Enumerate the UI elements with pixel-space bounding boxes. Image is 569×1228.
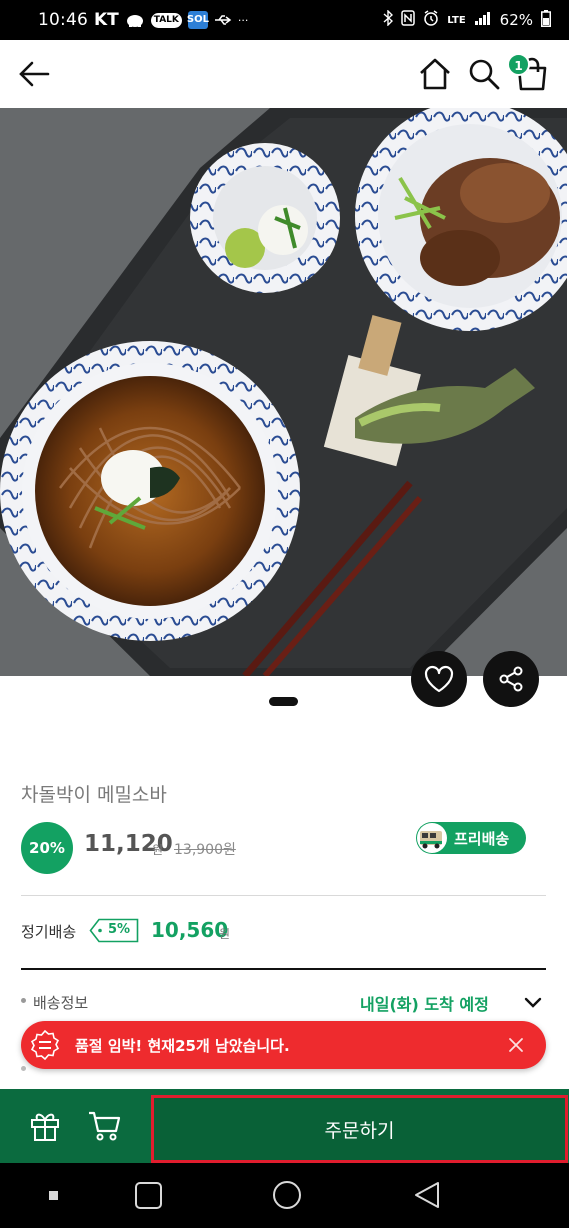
subscription-discount: 5% <box>108 922 131 937</box>
system-nav-bar <box>0 1163 569 1228</box>
usb-icon <box>214 14 232 26</box>
truck-icon <box>417 823 447 853</box>
alarm-icon <box>423 10 439 30</box>
image-pager-indicator <box>269 697 298 706</box>
product-name: 차돌박이 메밀소바 <box>21 784 167 806</box>
subscription-label: 정기배송 <box>21 923 77 941</box>
status-bar: 10:46 KT TALK SOL ··· LTE 62% <box>0 0 569 40</box>
kakaotalk-icon: TALK <box>150 12 182 28</box>
recent-apps-icon[interactable] <box>135 1182 162 1209</box>
nfc-icon <box>401 10 416 30</box>
subscription-price: 10,560 <box>151 918 229 942</box>
battery-icon <box>541 9 551 31</box>
back-button-icon[interactable] <box>415 1182 439 1208</box>
home-button-icon[interactable] <box>273 1181 301 1209</box>
search-icon[interactable] <box>466 56 502 92</box>
free-shipping-label: 프리배송 <box>454 829 510 848</box>
sol-app-icon: SOL <box>187 11 209 29</box>
share-icon <box>499 666 523 692</box>
cart-icon[interactable] <box>87 1109 121 1143</box>
currency-unit: 원 <box>219 927 231 941</box>
more-notifications-icon: ··· <box>237 13 249 27</box>
bullet <box>21 1066 26 1071</box>
toast-message: 품절 임박! 현재25개 남았습니다. <box>75 1036 290 1055</box>
cart-count-badge: 1 <box>507 53 530 76</box>
status-carrier: KT <box>94 10 119 30</box>
bullet <box>21 998 26 1003</box>
recents-dot-icon[interactable] <box>49 1191 58 1200</box>
chevron-down-icon[interactable] <box>524 994 542 1008</box>
free-shipping-badge: 프리배송 <box>416 822 526 854</box>
share-button[interactable] <box>483 651 539 707</box>
status-time: 10:46 <box>38 10 88 30</box>
bluetooth-icon <box>383 9 394 30</box>
gift-icon[interactable] <box>29 1110 61 1142</box>
product-image[interactable] <box>0 108 567 676</box>
discount-badge: 20% <box>21 822 73 874</box>
original-price: 13,900원 <box>174 842 236 858</box>
divider <box>21 895 546 896</box>
low-stock-toast: 품절 임박! 현재25개 남았습니다. <box>21 1021 546 1069</box>
subscription-discount-tag: 5% <box>89 918 139 943</box>
top-nav: 1 <box>0 40 569 108</box>
lte-icon: LTE <box>447 14 466 26</box>
close-icon[interactable] <box>508 1037 524 1053</box>
shipping-eta[interactable]: 내일(화) 도착 예정 <box>360 991 489 1015</box>
wishlist-button[interactable] <box>411 651 467 707</box>
battery-percent: 62% <box>499 11 533 29</box>
home-icon[interactable] <box>416 56 454 92</box>
signal-icon <box>474 11 492 29</box>
section-divider <box>21 968 546 970</box>
shipping-info-label: 배송정보 <box>33 994 89 1012</box>
heart-icon <box>424 665 454 693</box>
currency-unit: 원 <box>152 843 164 857</box>
sold-out-icon <box>29 1029 61 1061</box>
piggy-bank-icon <box>125 13 145 27</box>
order-button[interactable]: 주문하기 <box>151 1095 568 1163</box>
back-arrow-icon[interactable] <box>16 58 52 90</box>
